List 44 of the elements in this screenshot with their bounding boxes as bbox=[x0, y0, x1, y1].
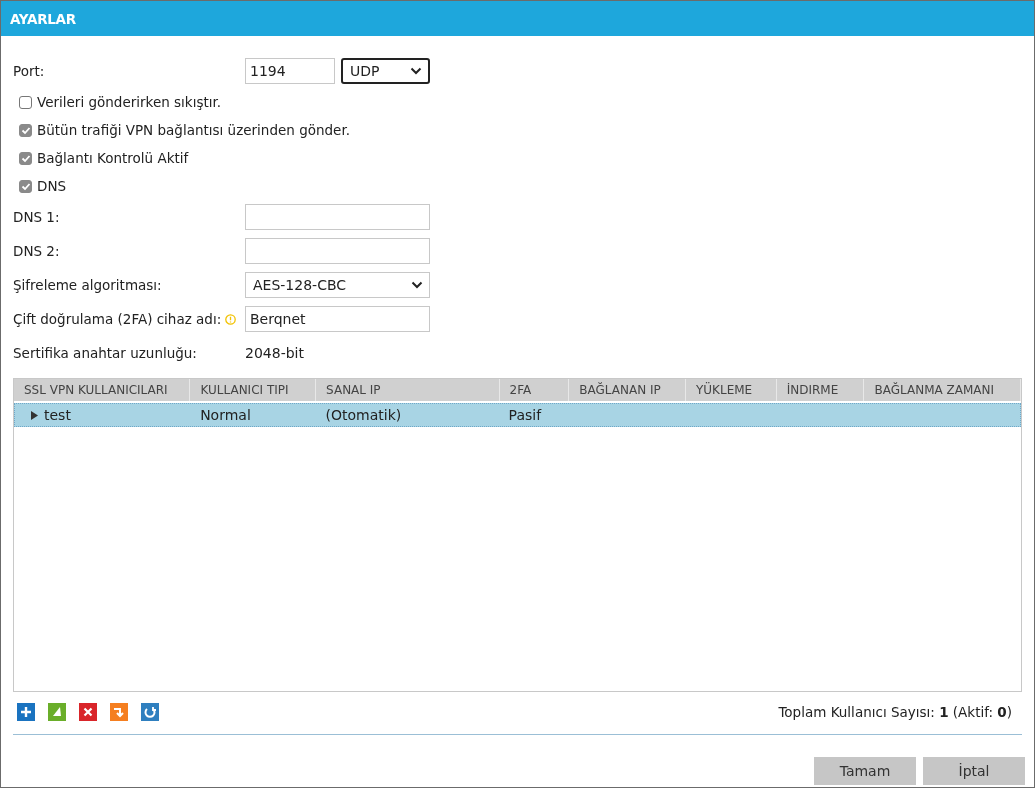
input-field[interactable]: Berqnet bbox=[245, 306, 430, 332]
key-length-value: 2048-bit bbox=[245, 345, 304, 361]
input-field[interactable] bbox=[245, 204, 430, 230]
delete-icon[interactable] bbox=[79, 703, 97, 721]
algorithm-dropdown[interactable]: AES-128-CBC bbox=[245, 272, 430, 298]
user-count-text: Toplam Kullanıcı Sayısı: 1 (Aktif: 0) bbox=[778, 704, 1012, 720]
input-field[interactable] bbox=[245, 238, 430, 264]
field-label: Çift doğrulama (2FA) cihaz adı: bbox=[13, 311, 222, 327]
column-header[interactable]: KULLANICI TIPI bbox=[190, 379, 317, 401]
checkbox-label: DNS bbox=[37, 178, 67, 194]
checkbox[interactable] bbox=[19, 179, 32, 193]
table-row[interactable]: test Normal (Otomatik) Pasif bbox=[14, 403, 1021, 427]
window-title: AYARLAR bbox=[1, 1, 1034, 36]
column-header[interactable]: SSL VPN KULLANICILARI bbox=[14, 379, 191, 401]
field-label: Şifreleme algoritması: bbox=[13, 277, 162, 293]
field-label: Sertifika anahtar uzunluğu: bbox=[13, 345, 197, 361]
checkbox-label: Bağlantı Kontrolü Aktif bbox=[37, 150, 189, 166]
field-label: DNS 2: bbox=[13, 243, 60, 259]
table-cell: Normal bbox=[200, 407, 251, 423]
checkbox[interactable] bbox=[19, 123, 32, 137]
plus-icon[interactable] bbox=[17, 703, 35, 721]
chevron-down-icon bbox=[411, 281, 423, 289]
port-field[interactable]: 1194 bbox=[245, 58, 335, 84]
checkbox[interactable] bbox=[19, 95, 32, 109]
refresh-icon[interactable] bbox=[141, 703, 159, 721]
field-label: DNS 1: bbox=[13, 209, 60, 225]
chevron-down-icon bbox=[410, 67, 422, 75]
column-header[interactable]: BAĞLANMA ZAMANI bbox=[864, 379, 1021, 401]
table-cell: (Otomatik) bbox=[325, 407, 402, 423]
cancel-button[interactable]: İptal bbox=[923, 757, 1025, 785]
protocol-dropdown[interactable]: UDP bbox=[341, 58, 430, 84]
table-cell: Pasif bbox=[508, 407, 542, 423]
table-cell: test bbox=[44, 407, 71, 423]
field-label: Port: bbox=[13, 63, 45, 79]
collapsed-arrow-icon[interactable] bbox=[31, 410, 38, 420]
column-header[interactable]: 2FA bbox=[499, 379, 570, 401]
column-header[interactable]: İNDIRME bbox=[776, 379, 865, 401]
checkbox-label: Verileri gönderirken sıkıştır. bbox=[37, 94, 222, 110]
ok-button[interactable]: Tamam bbox=[814, 757, 916, 785]
checkbox[interactable] bbox=[19, 151, 32, 165]
column-header[interactable]: BAĞLANAN IP bbox=[569, 379, 686, 401]
column-header[interactable]: SANAL IP bbox=[316, 379, 500, 401]
checkbox-label: Bütün trafiği VPN bağlantısı üzerinden gönder. bbox=[37, 122, 350, 138]
column-header[interactable]: YÜKLEME bbox=[686, 379, 777, 401]
